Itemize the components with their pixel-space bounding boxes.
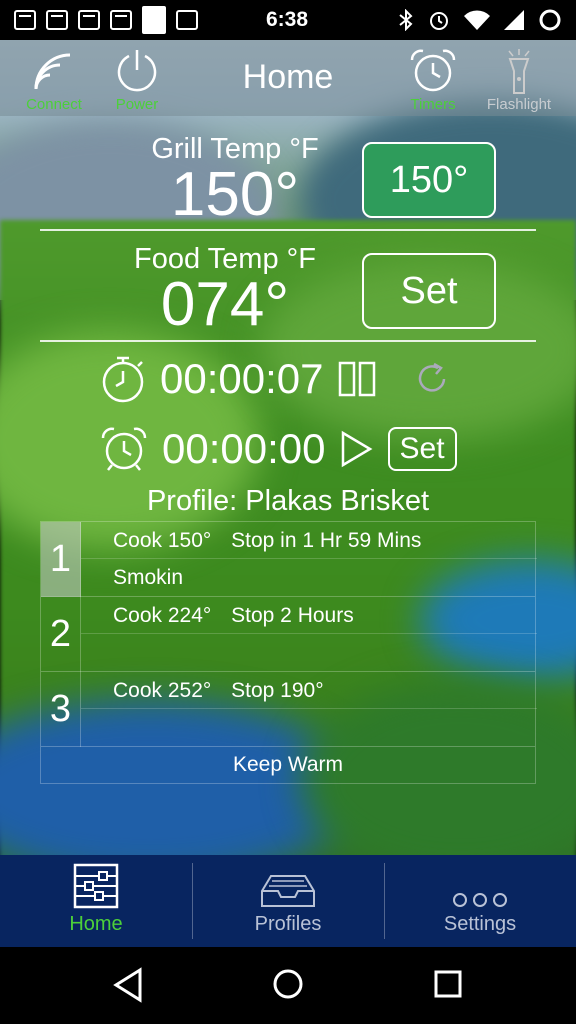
flashlight-button[interactable]: Flashlight	[479, 46, 559, 113]
alarm-timer-row: 00:00:00 Set	[100, 425, 457, 473]
food-temp-value: 074°	[160, 270, 290, 339]
system-nav-bar	[0, 947, 576, 1024]
step-stop: Stop 190°	[231, 679, 324, 702]
step-number: 1	[41, 522, 81, 597]
grill-temp-value: 150°	[170, 160, 300, 229]
food-temp-readout: Food Temp °F 074°	[115, 243, 335, 339]
tab-profiles-label: Profiles	[254, 913, 322, 935]
step-details: Cook 150° Stop in 1 Hr 59 Mins	[81, 522, 537, 559]
stopwatch-time: 00:00:07	[160, 355, 324, 402]
keep-warm-row[interactable]: Keep Warm	[41, 747, 535, 783]
wifi-icon	[464, 10, 490, 30]
notification-icons	[14, 6, 198, 34]
more-dots-icon	[453, 893, 507, 907]
profile-step[interactable]: 3 Cook 252° Stop 190°	[41, 672, 537, 747]
step-cook: Cook 224°	[113, 604, 212, 627]
system-icons	[398, 8, 562, 32]
alarm-timer-time: 00:00:00	[162, 425, 326, 472]
tray-icon	[261, 875, 315, 907]
tab-home[interactable]: Home	[0, 855, 192, 947]
app-header: Connect Power Home Timers Flashlight	[0, 40, 576, 116]
home-icon[interactable]	[271, 967, 305, 1001]
step-stop: Stop in 1 Hr 59 Mins	[231, 529, 422, 552]
back-icon[interactable]	[112, 967, 144, 1003]
timers-label: Timers	[410, 96, 456, 113]
divider	[40, 229, 536, 231]
grill-setpoint-button[interactable]: 150°	[362, 142, 496, 218]
circle-icon	[539, 9, 561, 31]
flashlight-label: Flashlight	[486, 96, 552, 113]
bottom-tab-bar: Home Profiles Settings	[0, 855, 576, 947]
profile-step[interactable]: 1 Cook 150° Stop in 1 Hr 59 Mins Smokin	[41, 522, 537, 597]
pause-icon[interactable]	[338, 361, 378, 397]
flashlight-icon	[508, 49, 530, 94]
step-details: Cook 252° Stop 190°	[81, 672, 537, 709]
grill-temp-readout: Grill Temp °F 150°	[130, 133, 340, 229]
stopwatch-icon	[102, 356, 144, 403]
tab-settings-label: Settings	[443, 913, 517, 935]
gmail-icon	[46, 10, 68, 30]
clock: 6:38	[266, 8, 309, 31]
step-stop: Stop 2 Hours	[231, 604, 354, 627]
profile-title: Profile: Plakas Brisket	[146, 485, 430, 517]
signal-icon	[504, 10, 524, 30]
alarm-clock-icon	[101, 427, 147, 471]
image-icon	[176, 10, 198, 30]
timers-button[interactable]: Timers	[393, 46, 473, 113]
stopwatch-row: 00:00:07	[100, 355, 450, 403]
status-bar: 6:38	[0, 0, 576, 40]
step-note: Smokin	[113, 566, 184, 589]
tab-settings[interactable]: Settings	[384, 855, 576, 947]
step-details: Cook 224° Stop 2 Hours	[81, 597, 537, 634]
reset-icon[interactable]	[414, 361, 450, 397]
step-number: 2	[41, 597, 81, 672]
alarm-icon	[430, 12, 448, 30]
step-cook: Cook 252°	[113, 679, 212, 702]
step-note	[81, 634, 537, 671]
connect-label: Connect	[26, 96, 82, 113]
recents-icon[interactable]	[433, 969, 463, 999]
tab-home-label: Home	[69, 913, 123, 935]
sliders-icon	[73, 863, 119, 909]
chat-bubble-icon	[14, 10, 36, 30]
alarm-clock-icon	[410, 49, 456, 92]
profile-steps: 1 Cook 150° Stop in 1 Hr 59 Mins Smokin …	[40, 521, 537, 784]
step-note	[81, 709, 537, 746]
timer-set-button[interactable]: Set	[387, 427, 457, 471]
divider	[40, 340, 536, 342]
step-cook: Cook 150°	[113, 529, 212, 552]
gmail-icon	[110, 10, 132, 30]
gmail-icon	[78, 10, 100, 30]
profile-step[interactable]: 2 Cook 224° Stop 2 Hours	[41, 597, 537, 672]
tab-profiles[interactable]: Profiles	[192, 855, 384, 947]
bluetooth-icon	[399, 9, 413, 31]
step-number: 3	[41, 672, 81, 747]
power-label: Power	[115, 96, 159, 113]
food-set-button[interactable]: Set	[362, 253, 496, 329]
play-icon[interactable]	[340, 430, 374, 468]
blank-notification-icon	[142, 6, 166, 34]
